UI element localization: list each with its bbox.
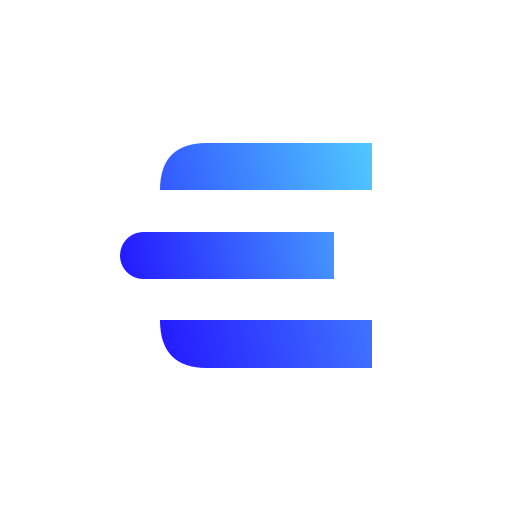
logo-top-bar [160,143,372,190]
logo-middle-bar [120,232,334,279]
logo-bottom-bar [160,320,372,368]
letter-e-logo-icon [120,143,372,368]
app-icon-canvas [0,0,512,512]
